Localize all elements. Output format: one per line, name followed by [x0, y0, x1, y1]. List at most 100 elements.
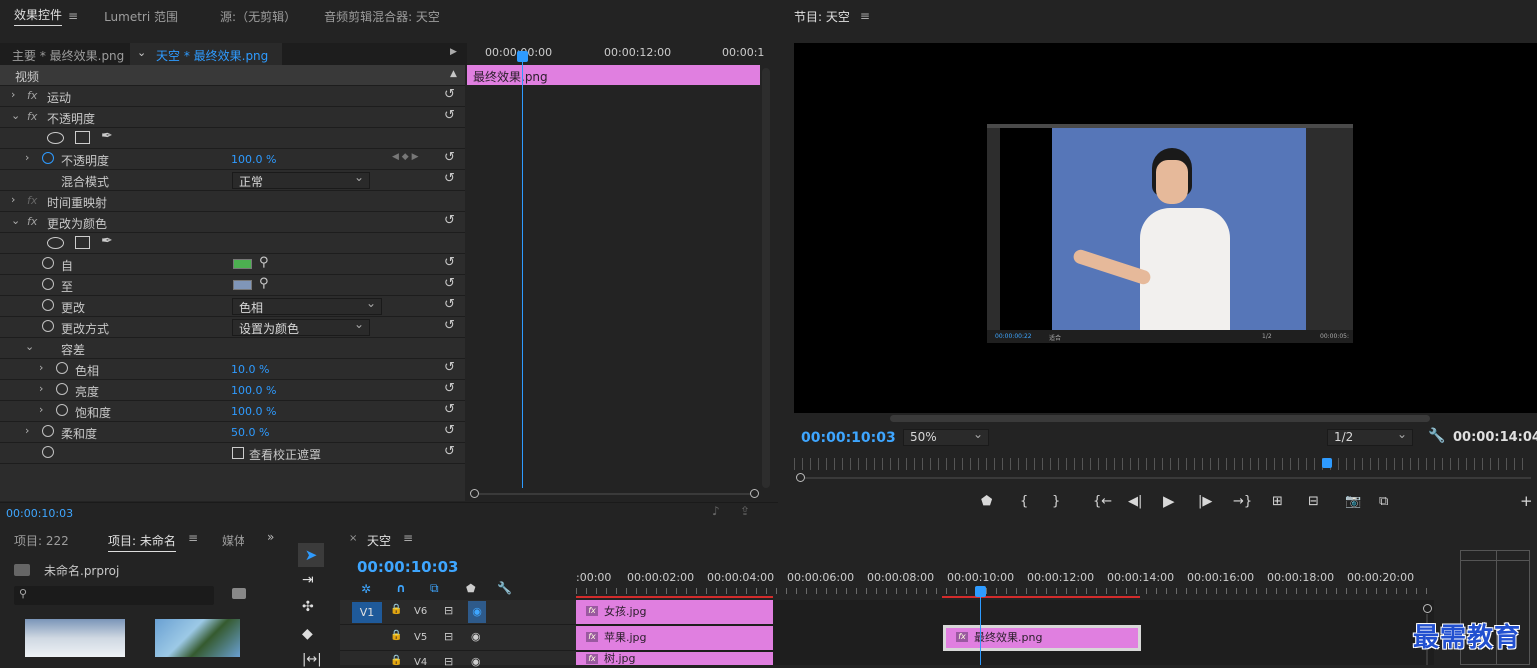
- program-ruler[interactable]: [794, 458, 1529, 470]
- timeline-playhead[interactable]: [980, 592, 981, 665]
- chevron-right-icon[interactable]: ›: [11, 193, 15, 206]
- zoom-dropdown[interactable]: 50%: [903, 427, 989, 446]
- effect-opacity[interactable]: ⌄ fx 不透明度 ↺: [0, 107, 465, 128]
- eye-icon[interactable]: ◉: [471, 655, 481, 668]
- stopwatch-icon[interactable]: [42, 257, 54, 269]
- timeline-title[interactable]: 天空: [367, 532, 391, 549]
- comparison-view-icon[interactable]: ⧉: [1379, 494, 1388, 509]
- collapse-icon[interactable]: ▲: [450, 69, 457, 79]
- fx-icon[interactable]: fx: [27, 194, 37, 207]
- search-input[interactable]: ⚲: [14, 586, 214, 605]
- view-mask-checkbox[interactable]: [232, 447, 244, 459]
- saturation-value[interactable]: 100.0 %: [231, 405, 276, 418]
- sync-lock-icon[interactable]: ⊟: [444, 655, 453, 668]
- extract-icon[interactable]: ⊟: [1308, 494, 1319, 509]
- play-arrow-icon[interactable]: ▶: [450, 47, 457, 57]
- step-forward-icon[interactable]: |▶: [1198, 494, 1212, 509]
- stopwatch-icon[interactable]: [56, 404, 68, 416]
- track-select-tool-icon[interactable]: ⇥: [302, 572, 314, 588]
- chevron-down-icon[interactable]: ⌄: [137, 46, 146, 59]
- chevron-right-icon[interactable]: ›: [39, 403, 43, 416]
- ec-zoom-scroll[interactable]: [470, 489, 760, 499]
- lock-icon[interactable]: 🔒: [390, 655, 402, 666]
- menu-icon[interactable]: ≡: [403, 531, 413, 545]
- tab-lumetri-scopes[interactable]: Lumetri 范围: [104, 8, 178, 25]
- reset-icon[interactable]: ↺: [444, 297, 455, 312]
- menu-icon[interactable]: ≡: [188, 531, 198, 545]
- thumbnail-snow[interactable]: [25, 619, 125, 657]
- timeline-timecode[interactable]: 00:00:10:03: [357, 558, 459, 576]
- chevron-right-icon[interactable]: ›: [25, 151, 29, 164]
- fx-icon[interactable]: fx: [27, 110, 37, 123]
- stopwatch-icon[interactable]: [42, 425, 54, 437]
- clip-apple[interactable]: fx 苹果.jpg: [576, 626, 773, 650]
- program-title[interactable]: 节目: 天空: [794, 8, 850, 25]
- chevron-right-icon[interactable]: ›: [39, 382, 43, 395]
- tab-audio-clip-mixer[interactable]: 音频剪辑混合器: 天空: [324, 8, 440, 25]
- effect-motion[interactable]: › fx 运动 ↺: [0, 86, 465, 107]
- eye-icon[interactable]: ◉: [468, 601, 486, 623]
- pen-mask-icon[interactable]: ✒: [101, 233, 113, 249]
- export-icon[interactable]: ⇪: [740, 504, 750, 518]
- softness-value[interactable]: 50.0 %: [231, 426, 269, 439]
- pen-mask-icon[interactable]: ✒: [101, 128, 113, 144]
- new-bin-icon[interactable]: [232, 588, 246, 599]
- tab-media[interactable]: 媒体: [222, 532, 244, 549]
- ec-timecode[interactable]: 00:00:10:03: [6, 507, 73, 520]
- from-color-swatch[interactable]: [233, 259, 252, 269]
- fx-icon[interactable]: fx: [27, 89, 37, 102]
- stopwatch-icon[interactable]: [56, 383, 68, 395]
- tab-effect-controls[interactable]: 效果控件: [14, 6, 63, 26]
- reset-icon[interactable]: ↺: [444, 87, 455, 102]
- thumbnail-palm[interactable]: [155, 619, 240, 657]
- to-color-swatch[interactable]: [233, 280, 252, 290]
- eye-icon[interactable]: ◉: [471, 630, 481, 643]
- clip-girl[interactable]: fx 女孩.jpg: [576, 600, 773, 624]
- settings-wrench-icon[interactable]: 🔧: [1428, 428, 1445, 444]
- tab-project-222[interactable]: 项目: 222: [14, 532, 69, 549]
- change-by-dropdown[interactable]: 设置为颜色: [232, 317, 370, 336]
- keyframe-nav-icon[interactable]: ◀ ◆ ▶: [392, 152, 419, 162]
- program-playhead[interactable]: [1322, 458, 1332, 468]
- program-viewer[interactable]: 00:00:00:22 适合 1/2 00:00:05:: [794, 43, 1537, 413]
- tab-source[interactable]: 源:（无剪辑）: [220, 8, 296, 25]
- zoom-handle-left[interactable]: [470, 489, 479, 498]
- ellipse-mask-icon[interactable]: [47, 237, 64, 249]
- ec-playhead-handle[interactable]: [517, 51, 528, 62]
- zoom-handle-left[interactable]: [796, 473, 805, 482]
- more-tabs-icon[interactable]: »: [267, 530, 274, 544]
- linked-selection-icon[interactable]: ⧉: [430, 581, 439, 596]
- scroll-handle-icon[interactable]: [1423, 604, 1432, 613]
- reset-icon[interactable]: ↺: [444, 108, 455, 123]
- mark-out-icon[interactable]: }: [1052, 494, 1060, 509]
- lightness-value[interactable]: 100.0 %: [231, 384, 276, 397]
- clip-label[interactable]: 天空 * 最终效果.png: [156, 47, 268, 64]
- ec-playhead[interactable]: [522, 51, 523, 488]
- blend-mode-dropdown[interactable]: 正常: [232, 170, 370, 189]
- reset-icon[interactable]: ↺: [444, 423, 455, 438]
- sync-lock-icon[interactable]: ⊟: [444, 630, 453, 643]
- zoom-handle-right[interactable]: [750, 489, 759, 498]
- stopwatch-icon[interactable]: [42, 278, 54, 290]
- effect-time-remap[interactable]: › fx 时间重映射: [0, 191, 465, 212]
- ripple-edit-tool-icon[interactable]: ✣: [302, 599, 314, 615]
- add-button-icon[interactable]: +: [1520, 492, 1533, 510]
- close-icon[interactable]: ×: [349, 533, 357, 544]
- play-icon[interactable]: ▶: [1163, 492, 1175, 510]
- snap-magnet-icon[interactable]: ∩: [396, 581, 406, 595]
- clip-final-effect[interactable]: fx 最终效果.png: [946, 628, 1138, 648]
- viewer-hscroll[interactable]: [890, 415, 1430, 422]
- export-frame-camera-icon[interactable]: 📷: [1345, 494, 1361, 509]
- chevron-down-icon[interactable]: ⌄: [25, 340, 34, 353]
- audio-icon[interactable]: ♪: [712, 504, 720, 518]
- chevron-down-icon[interactable]: ⌄: [11, 214, 20, 227]
- rectangle-mask-icon[interactable]: [75, 236, 90, 249]
- reset-icon[interactable]: ↺: [444, 360, 455, 375]
- timeline-ruler[interactable]: :00:00 00:00:02:00 00:00:04:00 00:00:06:…: [576, 566, 1434, 598]
- source-patch-v1[interactable]: V1: [352, 602, 382, 623]
- reset-icon[interactable]: ↺: [444, 381, 455, 396]
- hue-value[interactable]: 10.0 %: [231, 363, 269, 376]
- chevron-right-icon[interactable]: ›: [39, 361, 43, 374]
- ellipse-mask-icon[interactable]: [47, 132, 64, 144]
- selection-tool-icon[interactable]: ➤: [298, 543, 324, 567]
